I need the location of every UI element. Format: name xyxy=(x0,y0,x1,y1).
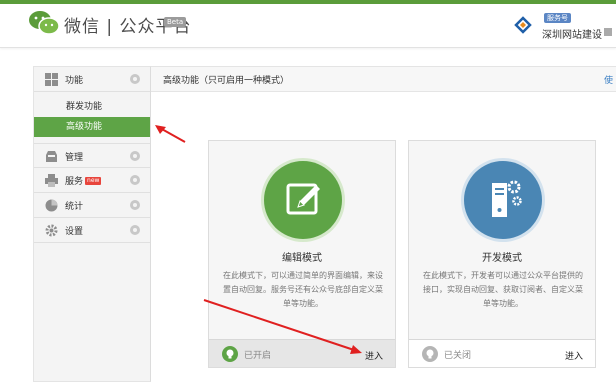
annotation-arrow-enter xyxy=(203,299,355,351)
annotation-arrow-sidebar xyxy=(159,127,186,143)
annotation-arrowhead xyxy=(350,345,362,354)
annotation-arrows xyxy=(155,125,362,354)
